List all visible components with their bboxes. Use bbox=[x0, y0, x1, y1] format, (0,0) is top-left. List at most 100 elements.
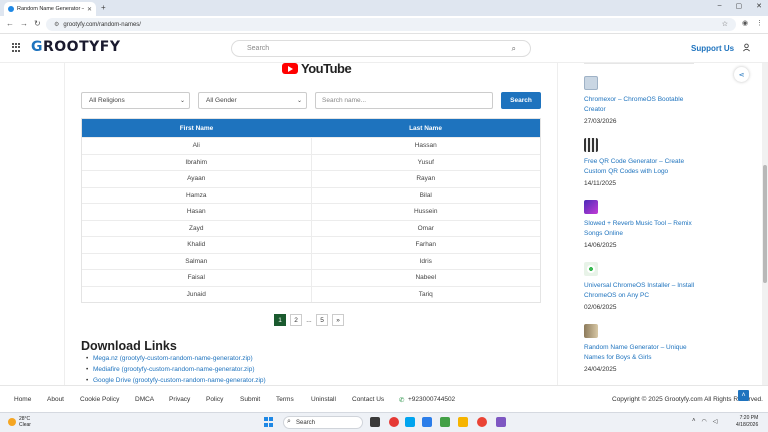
site-search-input[interactable]: Search ⌕ bbox=[231, 40, 531, 57]
new-tab-button[interactable]: + bbox=[101, 3, 106, 12]
site-info-icon[interactable]: ⚙ bbox=[54, 21, 59, 28]
page-2-button[interactable]: 2 bbox=[290, 314, 302, 326]
site-logo[interactable]: GROOTYFY bbox=[31, 39, 120, 55]
footer-link-uninstall[interactable]: Uninstall bbox=[311, 396, 336, 403]
sidebar-post[interactable]: Free QR Code Generator – Create Custom Q… bbox=[584, 138, 702, 187]
gender-select[interactable]: All Gender ⌄ bbox=[198, 92, 307, 109]
wifi-icon[interactable]: ◠ bbox=[702, 418, 707, 425]
apps-grid-icon[interactable] bbox=[12, 43, 21, 52]
close-window-icon[interactable]: ✕ bbox=[756, 2, 762, 10]
vscode-app-icon[interactable] bbox=[422, 417, 432, 427]
start-button[interactable] bbox=[264, 417, 274, 427]
windows-taskbar: 28°C Clear ⌕ Search ˄ ◠ ◁ 7:20 PM 4/18/20… bbox=[0, 412, 768, 432]
app-icon-2[interactable] bbox=[496, 417, 506, 427]
footer-link-cookie-policy[interactable]: Cookie Policy bbox=[80, 396, 119, 403]
table-row: Hasan Hussein bbox=[82, 203, 540, 220]
support-us-link[interactable]: Support Us bbox=[691, 44, 734, 53]
table-row: Ali Hassan bbox=[82, 137, 540, 154]
post-thumbnail[interactable] bbox=[584, 76, 598, 90]
youtube-logo[interactable]: YouTube bbox=[282, 63, 352, 76]
whatsapp-icon[interactable]: ✆ bbox=[399, 396, 404, 404]
page-content: YouTube All Religions ⌄ All Gender ⌄ Searc… bbox=[0, 63, 768, 385]
window-controls: – ▢ ✕ bbox=[718, 2, 762, 10]
back-icon[interactable]: ← bbox=[6, 19, 14, 28]
weather-widget[interactable]: 28°C Clear bbox=[8, 416, 31, 428]
taskbar-clock[interactable]: 7:20 PM 4/18/2026 bbox=[736, 415, 758, 429]
download-link-mediafire[interactable]: Mediafire (grootyfy-custom-random-name-g… bbox=[86, 366, 255, 373]
volume-icon[interactable]: ◁ bbox=[713, 418, 718, 425]
footer-link-policy[interactable]: Policy bbox=[206, 396, 223, 403]
table-row: Zayd Omar bbox=[82, 219, 540, 236]
weather-moon-icon bbox=[8, 418, 16, 426]
name-search-input[interactable]: Search name... bbox=[315, 92, 493, 109]
download-link-google-drive[interactable]: Google Drive (grootyfy-custom-random-nam… bbox=[86, 377, 266, 384]
footer-link-terms[interactable]: Terms bbox=[276, 396, 294, 403]
back-to-top-button[interactable]: ˄ bbox=[738, 390, 749, 401]
forward-icon[interactable]: → bbox=[20, 19, 28, 28]
post-title-link[interactable]: Universal ChromeOS Installer – Install C… bbox=[584, 281, 702, 301]
close-tab-icon[interactable]: ✕ bbox=[87, 6, 92, 13]
app-icon[interactable] bbox=[440, 417, 450, 427]
names-table: First Name Last Name Ali Hassan Ibrahim Yu… bbox=[81, 118, 541, 303]
site-favicon-icon bbox=[8, 6, 14, 12]
last-name-header[interactable]: Last Name bbox=[311, 119, 540, 137]
table-row: Faisal Nabeel bbox=[82, 269, 540, 286]
page-1-button[interactable]: 1 bbox=[274, 314, 286, 326]
footer-link-home[interactable]: Home bbox=[14, 396, 31, 403]
post-title-link[interactable]: Chromexor – ChromeOS Bootable Creator bbox=[584, 95, 702, 115]
post-thumbnail[interactable] bbox=[584, 200, 598, 214]
search-icon[interactable]: ⌕ bbox=[512, 44, 516, 54]
reload-icon[interactable]: ↻ bbox=[34, 19, 41, 28]
menu-icon[interactable]: ⋮ bbox=[756, 19, 763, 27]
browser-tab[interactable]: Random Name Generator – Uni ✕ bbox=[4, 2, 96, 16]
footer-link-about[interactable]: About bbox=[47, 396, 64, 403]
post-thumbnail[interactable] bbox=[584, 324, 598, 338]
chevron-down-icon: ⌄ bbox=[296, 98, 302, 104]
post-title-link[interactable]: Free QR Code Generator – Create Custom Q… bbox=[584, 157, 702, 177]
next-page-button[interactable]: » bbox=[332, 314, 344, 326]
url-field[interactable]: ⚙ grootyfy.com/random-names/ ☆ bbox=[46, 18, 736, 31]
post-title-link[interactable]: Random Name Generator – Unique Names for… bbox=[584, 343, 702, 363]
browser-tab-bar: Random Name Generator – Uni ✕ + – ▢ ✕ bbox=[0, 0, 768, 16]
chrome-app-icon-2[interactable] bbox=[477, 417, 487, 427]
share-icon[interactable]: ⋖ bbox=[734, 67, 749, 82]
download-link-mega[interactable]: Mega.nz (grootyfy-custom-random-name-gen… bbox=[86, 355, 253, 362]
footer-link-contact-us[interactable]: Contact Us bbox=[352, 396, 384, 403]
file-explorer-icon[interactable] bbox=[458, 417, 468, 427]
chevron-up-icon[interactable]: ˄ bbox=[692, 418, 696, 425]
footer-phone[interactable]: +923000744502 bbox=[408, 396, 455, 403]
footer-link-dmca[interactable]: DMCA bbox=[135, 396, 154, 403]
chevron-down-icon: ⌄ bbox=[179, 98, 185, 104]
edge-app-icon[interactable] bbox=[405, 417, 415, 427]
taskbar-search[interactable]: ⌕ Search bbox=[283, 416, 363, 429]
footer-link-submit[interactable]: Submit bbox=[240, 396, 260, 403]
search-icon: ⌕ bbox=[287, 418, 291, 425]
post-thumbnail[interactable] bbox=[584, 262, 598, 276]
table-row: Ibrahim Yusuf bbox=[82, 153, 540, 170]
scrollbar-thumb[interactable] bbox=[763, 165, 767, 283]
maximize-icon[interactable]: ▢ bbox=[736, 2, 743, 10]
post-title-link[interactable]: Slowed + Reverb Music Tool – Remix Songs… bbox=[584, 219, 702, 239]
user-icon[interactable] bbox=[742, 43, 751, 52]
bookmark-star-icon[interactable]: ☆ bbox=[722, 20, 728, 28]
table-row: Junaid Tariq bbox=[82, 285, 540, 302]
religion-select[interactable]: All Religions ⌄ bbox=[81, 92, 190, 109]
page-5-button[interactable]: 5 bbox=[316, 314, 328, 326]
footer-link-privacy[interactable]: Privacy bbox=[169, 396, 190, 403]
sidebar-post[interactable]: Random Name Generator – Unique Names for… bbox=[584, 324, 702, 373]
search-button[interactable]: Search bbox=[501, 92, 541, 109]
sidebar-post[interactable]: Universal ChromeOS Installer – Install C… bbox=[584, 262, 702, 311]
sidebar-post[interactable]: Slowed + Reverb Music Tool – Remix Songs… bbox=[584, 200, 702, 249]
minimize-icon[interactable]: – bbox=[718, 2, 722, 10]
post-thumbnail[interactable] bbox=[584, 138, 598, 152]
sidebar-post[interactable]: Chromexor – ChromeOS Bootable Creator 27… bbox=[584, 76, 702, 125]
task-view-icon[interactable] bbox=[370, 417, 380, 427]
first-name-header[interactable]: First Name bbox=[82, 119, 311, 137]
table-row: Salman Idris bbox=[82, 252, 540, 269]
chrome-app-icon[interactable] bbox=[389, 417, 399, 427]
address-bar-row: ← → ↻ ⚙ grootyfy.com/random-names/ ☆ ◉ ⋮ bbox=[0, 16, 768, 34]
profile-icon[interactable]: ◉ bbox=[742, 19, 748, 27]
post-date: 24/04/2025 bbox=[584, 366, 617, 373]
site-footer: Home About Cookie Policy DMCA Privacy Po… bbox=[0, 385, 768, 412]
post-date: 27/03/2026 bbox=[584, 118, 617, 125]
